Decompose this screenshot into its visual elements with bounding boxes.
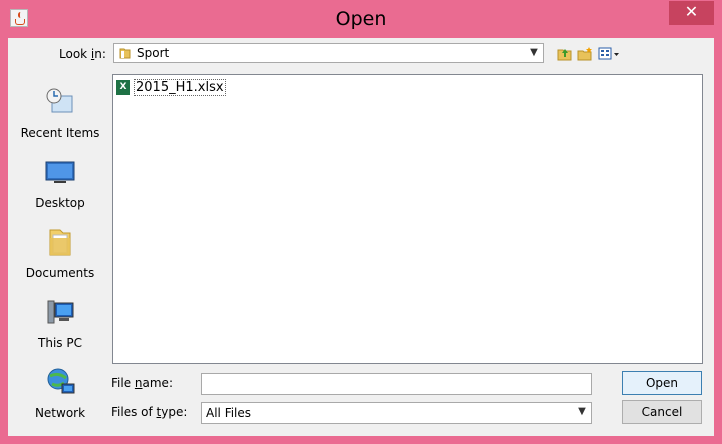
place-label: Desktop <box>35 196 85 210</box>
places-sidebar: Recent Items Desktop Documents This PC N… <box>8 74 110 432</box>
recent-items-icon <box>46 88 73 113</box>
file-name-input[interactable] <box>201 373 592 395</box>
file-name-label: File name: <box>111 376 173 390</box>
chevron-down-icon[interactable]: ▼ <box>527 46 541 60</box>
cancel-button[interactable]: Cancel <box>622 400 702 424</box>
title-bar[interactable]: Open ✕ <box>0 0 722 38</box>
this-pc-icon <box>47 300 74 324</box>
new-folder-icon[interactable] <box>577 46 593 62</box>
file-type-label: Files of type: <box>111 405 188 419</box>
place-this-pc[interactable]: This PC <box>10 290 110 356</box>
dialog-body: Look in: Sport ▼ Recent Items Desktop Do… <box>8 38 714 436</box>
place-recent-items[interactable]: Recent Items <box>10 80 110 146</box>
place-label: Network <box>34 406 86 420</box>
open-dialog-window: Open ✕ Look in: Sport ▼ Recent Items Des… <box>0 0 722 444</box>
view-menu-icon[interactable] <box>598 46 620 62</box>
open-button[interactable]: Open <box>622 371 702 395</box>
place-label: Documents <box>25 266 95 280</box>
up-folder-icon[interactable] <box>557 46 573 62</box>
look-in-value: Sport <box>137 46 170 60</box>
file-type-dropdown[interactable]: All Files ▼ <box>201 402 592 424</box>
file-name: 2015_H1.xlsx <box>134 79 226 96</box>
place-documents[interactable]: Documents <box>10 220 110 286</box>
file-type-value: All Files <box>206 406 252 420</box>
folder-icon <box>119 48 131 59</box>
close-button[interactable]: ✕ <box>669 1 714 25</box>
place-label: Recent Items <box>20 126 100 140</box>
look-in-dropdown[interactable]: Sport ▼ <box>113 43 544 63</box>
desktop-icon <box>45 161 75 183</box>
excel-file-icon: X <box>116 80 130 95</box>
place-network[interactable]: Network <box>10 360 110 426</box>
look-in-label: Look in: <box>59 47 106 61</box>
file-list[interactable]: X 2015_H1.xlsx <box>112 74 703 364</box>
place-label: This PC <box>38 336 82 350</box>
network-icon <box>47 368 75 394</box>
documents-icon <box>49 229 71 256</box>
place-desktop[interactable]: Desktop <box>10 150 110 216</box>
chevron-down-icon[interactable]: ▼ <box>575 405 589 419</box>
dialog-title: Open <box>335 8 387 30</box>
